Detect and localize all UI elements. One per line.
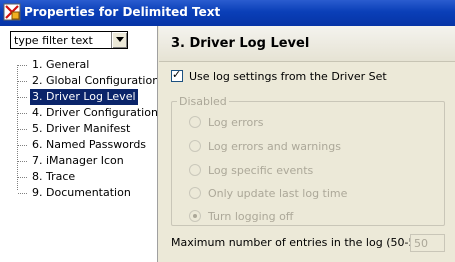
window-title: Properties for Delimited Text <box>24 5 221 19</box>
page-header: 3. Driver Log Level <box>159 26 455 62</box>
title-bar: Properties for Delimited Text <box>0 0 455 26</box>
content-pane: 3. Driver Log Level Use log settings fro… <box>159 26 455 262</box>
log-level-group: Disabled Log errors Log errors and warni… <box>171 95 445 226</box>
radio-label: Turn logging off <box>208 210 294 223</box>
nav-item-label: 6. Named Passwords <box>32 138 147 151</box>
nav-item-imanager-icon[interactable]: 7. iManager Icon <box>0 153 157 169</box>
nav-item-general[interactable]: 1. General <box>0 57 157 73</box>
radio-label: Log errors <box>208 116 264 129</box>
radio-button[interactable] <box>189 140 201 152</box>
chevron-down-icon[interactable] <box>111 32 127 48</box>
nav-item-label: 5. Driver Manifest <box>32 122 131 135</box>
nav-item-label: 4. Driver Configuration <box>32 106 158 119</box>
radio-label: Log specific events <box>208 164 314 177</box>
max-entries-row: Maximum number of entries in the log (50… <box>171 234 451 252</box>
nav-item-driver-configuration[interactable]: 4. Driver Configuration <box>0 105 158 121</box>
use-driver-set-checkbox[interactable] <box>171 68 183 82</box>
nav-item-driver-manifest[interactable]: 5. Driver Manifest <box>0 121 157 137</box>
nav-item-label: 8. Trace <box>32 170 76 183</box>
group-legend: Disabled <box>177 95 229 108</box>
nav-item-documentation[interactable]: 9. Documentation <box>0 185 157 201</box>
app-icon <box>3 3 21 21</box>
nav-item-named-passwords[interactable]: 6. Named Passwords <box>0 137 157 153</box>
radio-label: Log errors and warnings <box>208 140 341 153</box>
radio-label: Only update last log time <box>208 187 348 200</box>
max-entries-input[interactable] <box>410 234 445 252</box>
nav-item-label: 2. Global Configuration Va <box>32 74 158 87</box>
radio-button[interactable] <box>189 164 201 176</box>
nav-item-label: 3. Driver Log Level <box>30 89 138 105</box>
nav-item-trace[interactable]: 8. Trace <box>0 169 157 185</box>
nav-item-driver-log-level[interactable]: 3. Driver Log Level <box>0 89 157 105</box>
filter-combo[interactable]: type filter text <box>10 31 128 49</box>
filter-input[interactable]: type filter text <box>14 34 93 47</box>
radio-button[interactable] <box>189 116 201 128</box>
navigation-pane: type filter text 1. General 2. Global Co… <box>0 26 158 262</box>
page-title: 3. Driver Log Level <box>171 36 310 51</box>
radio-button[interactable] <box>189 187 201 199</box>
nav-item-global-configuration[interactable]: 2. Global Configuration Va <box>0 73 158 89</box>
radio-button[interactable] <box>189 210 201 222</box>
nav-item-label: 7. iManager Icon <box>32 154 124 167</box>
max-entries-label: Maximum number of entries in the log (50… <box>171 236 438 249</box>
nav-item-label: 9. Documentation <box>32 186 131 199</box>
nav-tree: 1. General 2. Global Configuration Va 3.… <box>0 57 158 201</box>
nav-item-label: 1. General <box>32 58 90 71</box>
use-driver-set-label: Use log settings from the Driver Set <box>189 70 387 83</box>
